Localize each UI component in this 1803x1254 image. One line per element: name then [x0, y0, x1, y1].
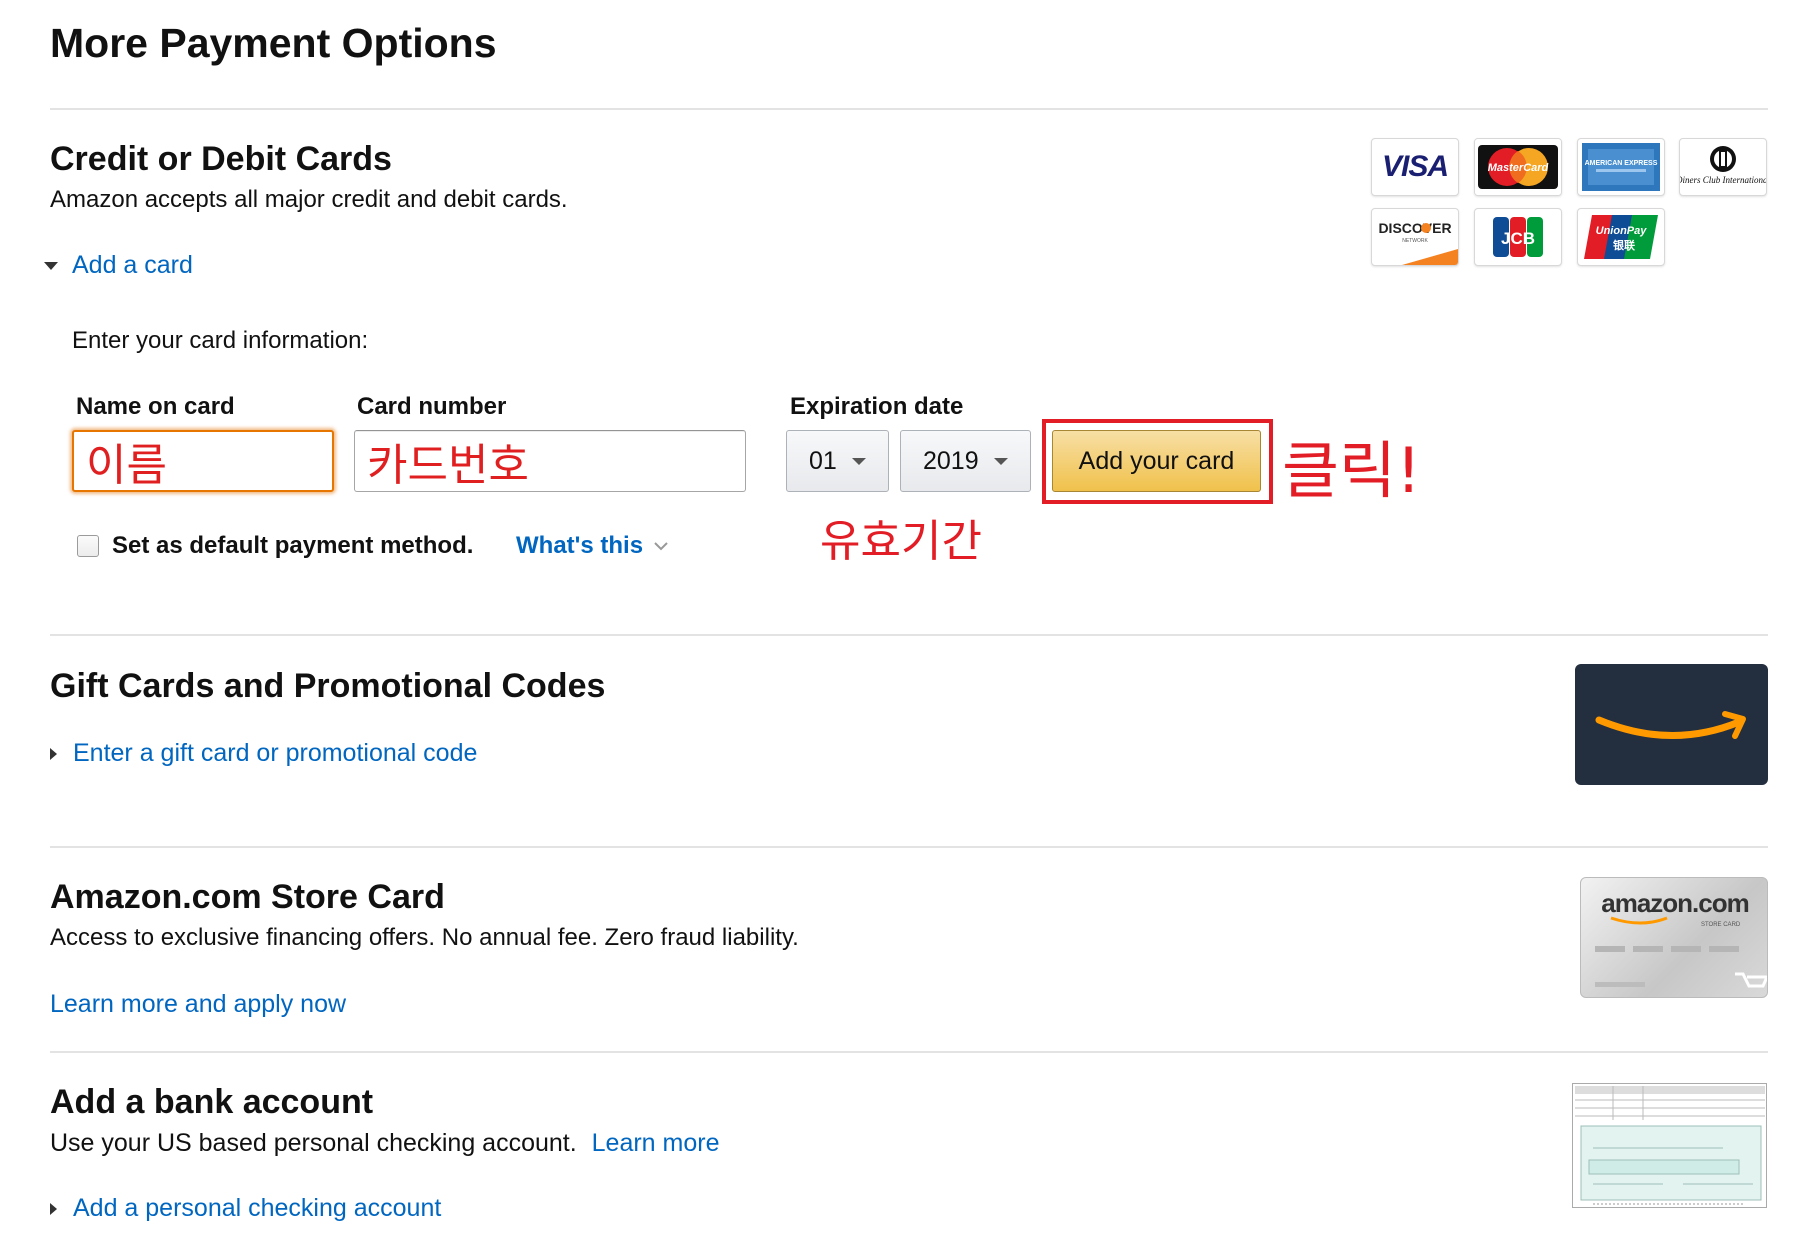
collapsed-caret-icon [50, 747, 57, 760]
discover-logo: DISCOVER NETWORK [1371, 208, 1459, 266]
dropdown-caret-icon [994, 458, 1008, 465]
svg-text:MasterCard: MasterCard [1488, 162, 1549, 174]
gift-code-toggle[interactable]: Enter a gift card or promotional code [50, 739, 477, 768]
section-divider [50, 108, 1768, 110]
collapsed-caret-icon [50, 1202, 57, 1215]
expiration-year-value: 2019 [923, 446, 979, 475]
card-number-input[interactable]: 카드번호 [354, 430, 746, 492]
add-checking-toggle[interactable]: Add a personal checking account [50, 1194, 441, 1223]
section-divider [50, 846, 1768, 848]
credit-section-description: Amazon accepts all major credit and debi… [50, 186, 568, 213]
add-card-toggle[interactable]: Add a card [44, 251, 193, 280]
expiration-year-select[interactable]: 2019 [900, 430, 1031, 492]
check-illustration [1572, 1083, 1767, 1208]
expanded-caret-icon [44, 261, 58, 270]
expiration-date-label: Expiration date [790, 393, 964, 420]
name-on-card-input[interactable]: 이름 [72, 430, 334, 492]
amazon-store-card-image: amazon.com STORE CARD [1580, 877, 1768, 998]
bank-section-heading: Add a bank account [50, 1083, 374, 1121]
amazon-gift-card-image [1575, 664, 1768, 785]
svg-text:Diners Club International: Diners Club International [1680, 175, 1766, 185]
expiration-month-value: 01 [809, 446, 837, 475]
bank-section-description: Use your US based personal checking acco… [50, 1129, 720, 1158]
page-title: More Payment Options [50, 20, 497, 66]
visa-logo: VISA [1371, 138, 1459, 196]
store-card-description: Access to exclusive financing offers. No… [50, 924, 799, 951]
default-payment-label: Set as default payment method. [112, 532, 474, 559]
amex-logo: AMERICAN EXPRESS [1577, 138, 1665, 196]
chevron-down-icon [654, 542, 668, 551]
default-payment-checkbox[interactable] [77, 535, 99, 557]
gift-code-link[interactable]: Enter a gift card or promotional code [73, 739, 477, 768]
svg-text:STORE CARD: STORE CARD [1701, 922, 1741, 928]
unionpay-logo: UnionPay 银联 [1577, 208, 1665, 266]
learn-more-apply-link[interactable]: Learn more and apply now [50, 990, 346, 1019]
payment-options-page: More Payment Options Credit or Debit Car… [0, 0, 1803, 1254]
diners-club-logo: Diners Club International [1679, 138, 1767, 196]
whats-this-link[interactable]: What's this [516, 532, 643, 560]
section-divider [50, 634, 1768, 636]
expiration-month-select[interactable]: 01 [786, 430, 889, 492]
expiry-annotation: 유효기간 [820, 516, 982, 567]
add-checking-link[interactable]: Add a personal checking account [73, 1194, 441, 1223]
credit-section-heading: Credit or Debit Cards [50, 140, 392, 178]
whats-this-popover-trigger[interactable]: What's this [516, 532, 669, 560]
enter-card-info-label: Enter your card information: [72, 327, 369, 354]
add-your-card-button[interactable]: Add your card [1052, 430, 1261, 492]
gift-section-heading: Gift Cards and Promotional Codes [50, 667, 606, 705]
mastercard-logo: MasterCard [1474, 138, 1562, 196]
dropdown-caret-icon [852, 458, 866, 465]
bank-description-text: Use your US based personal checking acco… [50, 1129, 577, 1157]
bank-learn-more-link[interactable]: Learn more [592, 1129, 720, 1157]
click-annotation: 클릭! [1282, 434, 1421, 507]
section-divider [50, 1051, 1768, 1053]
svg-text:UnionPay: UnionPay [1596, 225, 1648, 237]
jcb-logo: JCB [1474, 208, 1562, 266]
svg-text:JCB: JCB [1501, 229, 1535, 248]
add-card-link[interactable]: Add a card [72, 251, 193, 280]
svg-text:DISCOVER: DISCOVER [1378, 220, 1451, 236]
svg-text:amazon.com: amazon.com [1601, 888, 1749, 918]
card-number-label: Card number [357, 393, 507, 420]
store-card-heading: Amazon.com Store Card [50, 878, 445, 916]
svg-text:AMERICAN EXPRESS: AMERICAN EXPRESS [1585, 160, 1658, 167]
svg-text:NETWORK: NETWORK [1402, 238, 1428, 244]
name-on-card-label: Name on card [76, 393, 235, 420]
svg-text:银联: 银联 [1613, 238, 1635, 252]
